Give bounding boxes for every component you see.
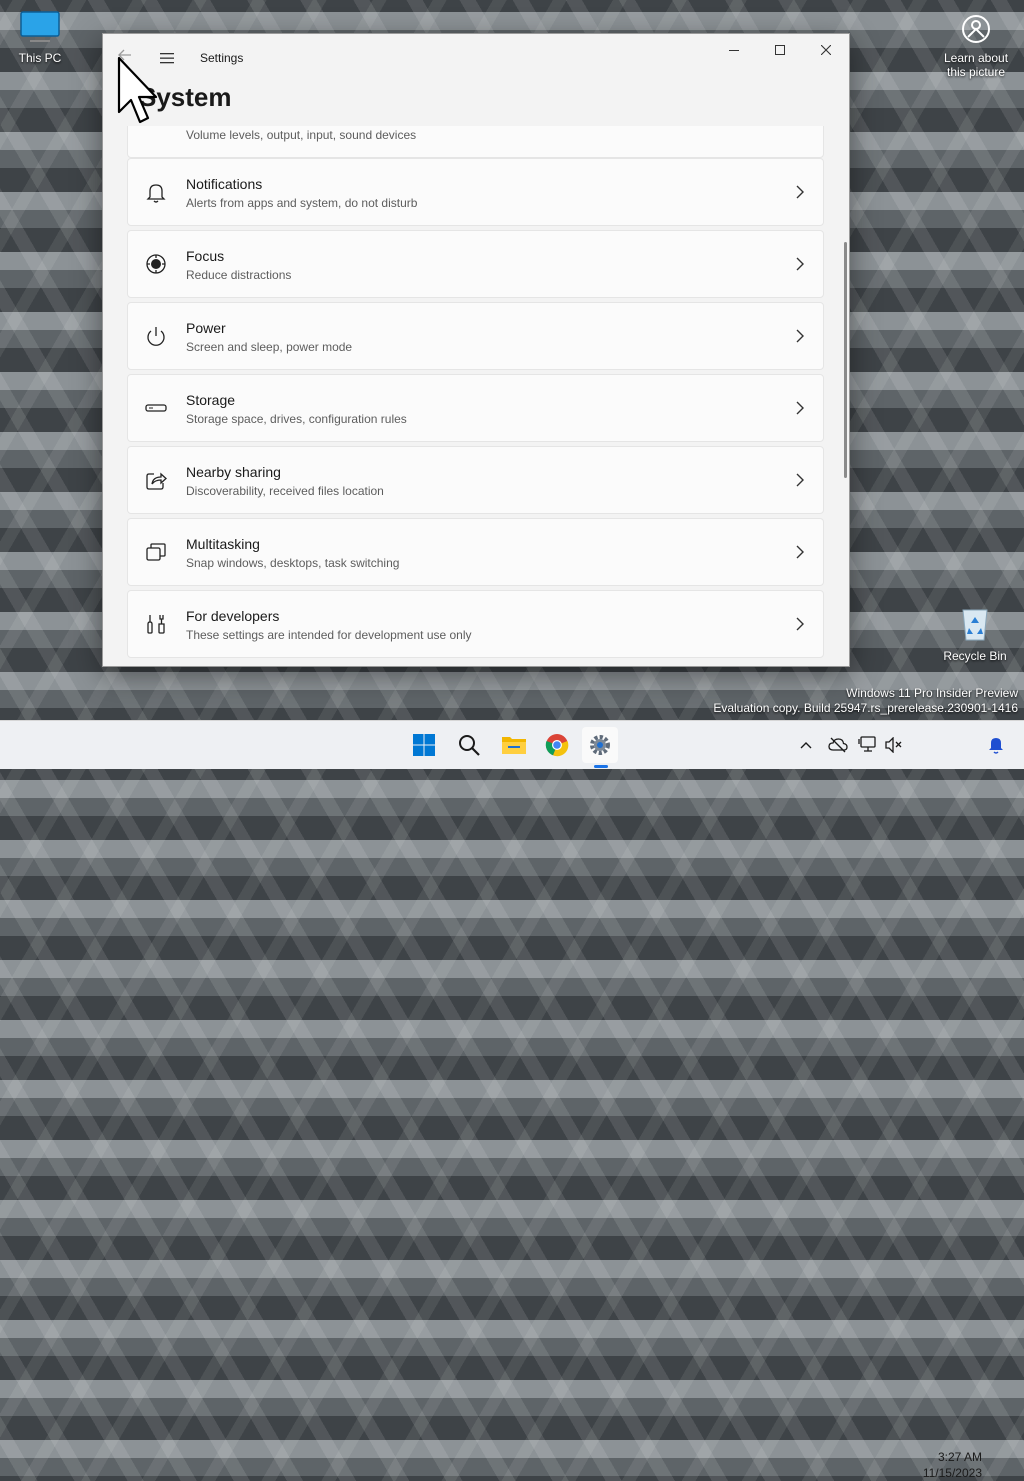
- focus-icon: [146, 254, 166, 274]
- settings-item-subtitle: Volume levels, output, input, sound devi…: [186, 128, 417, 142]
- settings-item-nearby-sharing[interactable]: Nearby sharing Discoverability, received…: [127, 446, 824, 514]
- volume-muted-icon: [885, 737, 902, 753]
- chevron-right-icon: [796, 545, 804, 559]
- settings-window: Settings System Volume levels, output, i…: [102, 33, 850, 667]
- taskbar-clock[interactable]: 3:27 AM 11/15/2023: [908, 1449, 982, 1481]
- bell-icon: [146, 184, 166, 203]
- settings-item-sound[interactable]: Volume levels, output, input, sound devi…: [127, 126, 824, 158]
- settings-item-title: For developers: [186, 608, 280, 624]
- taskbar-search-button[interactable]: [451, 727, 487, 763]
- chevron-right-icon: [796, 257, 804, 271]
- app-title: Settings: [200, 51, 244, 65]
- clock-date: 11/15/2023: [922, 1466, 982, 1480]
- minimize-button[interactable]: [711, 34, 757, 66]
- chevron-right-icon: [796, 401, 804, 415]
- minimize-icon: [729, 50, 739, 51]
- settings-item-subtitle: Alerts from apps and system, do not dist…: [186, 196, 418, 210]
- start-button[interactable]: [406, 727, 442, 763]
- settings-item-storage[interactable]: Storage Storage space, drives, configura…: [127, 374, 824, 442]
- settings-item-power[interactable]: Power Screen and sleep, power mode: [127, 302, 824, 370]
- settings-item-focus[interactable]: Focus Reduce distractions: [127, 230, 824, 298]
- developer-tools-icon: [147, 615, 165, 634]
- monitor-icon: [20, 11, 60, 42]
- camera-info-icon: [962, 15, 990, 43]
- network-tray-button[interactable]: [858, 735, 878, 755]
- settings-item-subtitle: Snap windows, desktops, task switching: [186, 556, 400, 570]
- start-icon: [413, 734, 435, 756]
- learn-label-line2: this picture: [946, 65, 1006, 79]
- maximize-button[interactable]: [757, 34, 803, 66]
- recycle-bin-icon: [962, 609, 988, 641]
- title-bar[interactable]: Settings: [103, 34, 849, 82]
- show-hidden-icons-button[interactable]: [796, 735, 816, 755]
- mouse-cursor-icon: [117, 56, 158, 124]
- taskbar: 3:27 AM 11/15/2023: [0, 720, 1024, 1480]
- chrome-icon: [545, 734, 569, 757]
- maximize-icon: [775, 45, 785, 55]
- recycle-bin-label: Recycle Bin: [943, 649, 1007, 663]
- settings-item-subtitle: These settings are intended for developm…: [186, 628, 472, 642]
- settings-item-title: Power: [186, 320, 226, 336]
- cloud-offline-icon: [828, 737, 848, 753]
- settings-item-notifications[interactable]: Notifications Alerts from apps and syste…: [127, 158, 824, 226]
- chevron-right-icon: [796, 185, 804, 199]
- settings-item-title: Nearby sharing: [186, 464, 281, 480]
- settings-item-subtitle: Discoverability, received files location: [186, 484, 384, 498]
- settings-item-subtitle: Reduce distractions: [186, 268, 292, 282]
- chrome-button[interactable]: [539, 727, 575, 763]
- settings-taskbar-button[interactable]: [582, 727, 618, 763]
- watermark-line2: Evaluation copy. Build 25947.rs_prerelea…: [713, 701, 1018, 715]
- chevron-right-icon: [796, 329, 804, 343]
- settings-item-subtitle: Storage space, drives, configuration rul…: [186, 412, 407, 426]
- chevron-up-icon: [800, 742, 812, 749]
- windows-watermark: Windows 11 Pro Insider Preview Evaluatio…: [713, 686, 1018, 716]
- clock-time: 3:27 AM: [937, 1450, 982, 1464]
- chevron-right-icon: [796, 473, 804, 487]
- settings-item-title: Focus: [186, 248, 225, 264]
- onedrive-tray-button[interactable]: [828, 735, 848, 755]
- network-icon: [858, 736, 876, 752]
- share-icon: [146, 472, 167, 490]
- settings-list: Volume levels, output, input, sound devi…: [127, 126, 824, 666]
- settings-item-title: Multitasking: [186, 536, 260, 552]
- notification-bell-icon: [989, 738, 1003, 754]
- this-pc-label: This PC: [18, 51, 62, 65]
- search-icon: [459, 735, 480, 756]
- watermark-line1: Windows 11 Pro Insider Preview: [846, 686, 1018, 700]
- settings-item-title: Notifications: [186, 176, 263, 192]
- close-button[interactable]: [803, 34, 849, 66]
- settings-icon: [590, 735, 610, 755]
- file-explorer-icon: [502, 737, 526, 754]
- scrollbar-thumb[interactable]: [844, 242, 847, 478]
- notifications-tray-button[interactable]: [986, 735, 1006, 755]
- settings-item-multitasking[interactable]: Multitasking Snap windows, desktops, tas…: [127, 518, 824, 586]
- recycle-bin-desktop-icon[interactable]: Recycle Bin: [940, 604, 1010, 663]
- storage-icon: [145, 404, 167, 412]
- learn-about-picture-icon[interactable]: Learn about this picture: [936, 14, 1016, 79]
- settings-item-for-developers[interactable]: For developers These settings are intend…: [127, 590, 824, 658]
- multitasking-icon: [146, 543, 166, 561]
- chevron-right-icon: [796, 617, 804, 631]
- close-icon: [821, 45, 831, 55]
- this-pc-desktop-icon[interactable]: This PC: [10, 10, 70, 65]
- volume-tray-button[interactable]: [884, 735, 904, 755]
- power-icon: [147, 327, 165, 346]
- learn-label-line1: Learn about: [943, 51, 1009, 65]
- settings-item-subtitle: Screen and sleep, power mode: [186, 340, 353, 354]
- settings-item-title: Storage: [186, 392, 236, 408]
- file-explorer-button[interactable]: [496, 727, 532, 763]
